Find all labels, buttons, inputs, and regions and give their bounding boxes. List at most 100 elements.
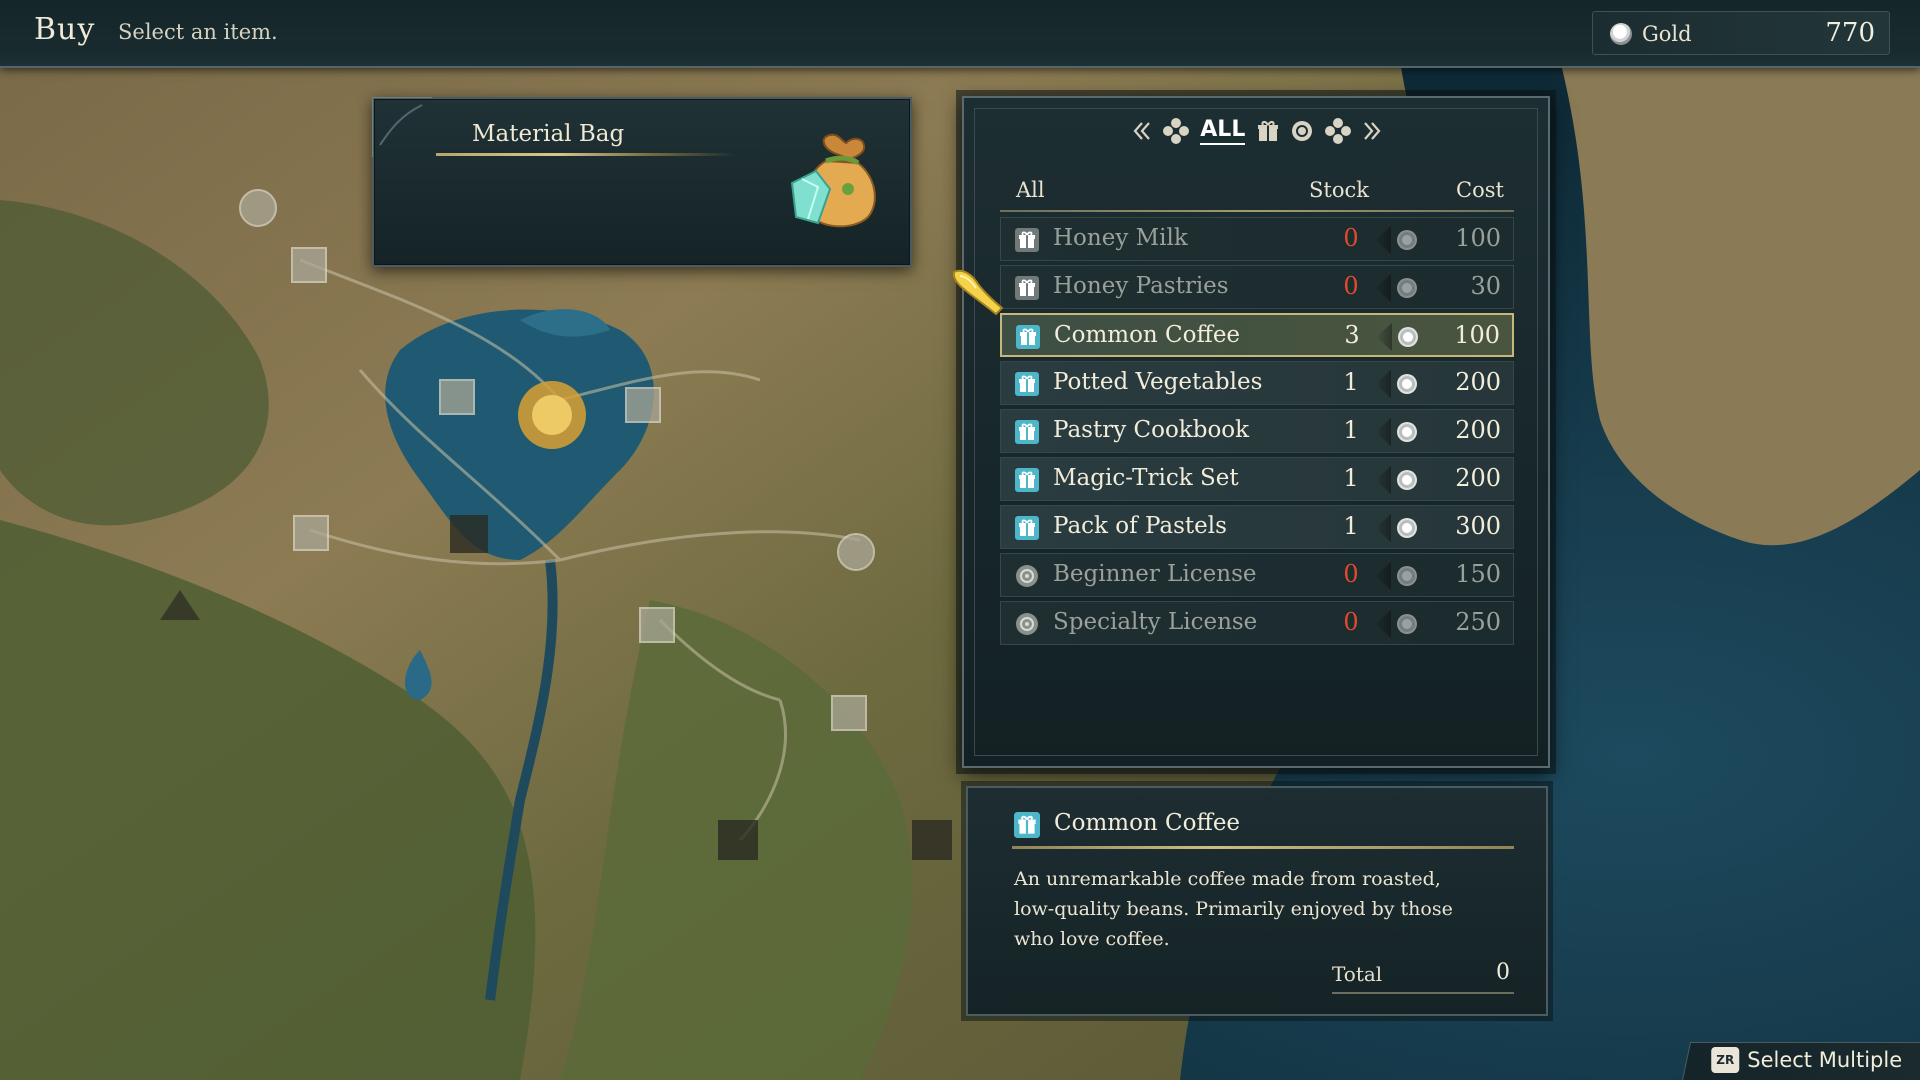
item-row[interactable]: Pastry Cookbook 1 200	[1000, 409, 1514, 453]
gift-icon	[1015, 276, 1039, 300]
detail-title: Common Coffee	[1054, 810, 1241, 836]
item-stock: 0	[1343, 224, 1359, 252]
item-row[interactable]: Magic-Trick Set 1 200	[1000, 457, 1514, 501]
item-name: Common Coffee	[1054, 322, 1241, 348]
item-cost: 200	[1455, 416, 1501, 444]
detail-description: An unremarkable coffee made from roasted…	[1014, 868, 1453, 950]
total-underline	[1332, 992, 1514, 994]
coin-icon	[1397, 278, 1417, 298]
row-separator	[1375, 274, 1391, 302]
item-stock: 1	[1343, 416, 1359, 444]
panel-corner-ornament	[372, 97, 432, 157]
item-row[interactable]: Beginner License 0 150	[1000, 553, 1514, 597]
item-name: Magic-Trick Set	[1053, 465, 1239, 491]
tab-all[interactable]: ALL	[1200, 117, 1246, 145]
tab-next-icon[interactable]	[1362, 120, 1382, 142]
tab-flower-icon[interactable]	[1162, 117, 1190, 145]
tab-gift-icon[interactable]	[1256, 119, 1280, 143]
tab-seal-icon[interactable]	[1290, 119, 1314, 143]
coin-icon	[1397, 470, 1417, 490]
detail-divider	[1012, 846, 1514, 849]
item-stock: 3	[1344, 321, 1360, 349]
select-multiple-button[interactable]: ZR Select Multiple	[1682, 1042, 1920, 1080]
gold-amount: 770	[1825, 18, 1875, 48]
item-cost: 250	[1455, 608, 1501, 636]
item-name: Honey Pastries	[1053, 273, 1229, 299]
gift-icon	[1015, 516, 1039, 540]
item-stock: 1	[1343, 368, 1359, 396]
item-name: Honey Milk	[1053, 225, 1188, 251]
item-row[interactable]: Specialty License 0 250	[1000, 601, 1514, 645]
hand-pointer-icon	[952, 269, 1004, 316]
gift-icon	[1015, 228, 1039, 252]
silver-coin-icon	[1610, 23, 1632, 45]
coin-icon	[1397, 422, 1417, 442]
item-cost: 200	[1455, 368, 1501, 396]
column-header-stock: Stock	[1309, 178, 1369, 202]
row-separator	[1375, 466, 1391, 494]
item-name: Potted Vegetables	[1053, 369, 1263, 395]
item-cost: 300	[1455, 512, 1501, 540]
item-name: Pastry Cookbook	[1053, 417, 1250, 443]
item-row[interactable]: Pack of Pastels 1 300	[1000, 505, 1514, 549]
zr-button-icon: ZR	[1711, 1047, 1740, 1073]
bag-title-underline	[436, 153, 736, 156]
material-bag-icon	[790, 133, 876, 228]
item-cost: 30	[1470, 272, 1501, 300]
coin-icon	[1397, 230, 1417, 250]
header-divider	[1000, 210, 1514, 212]
gift-icon	[1015, 468, 1039, 492]
license-seal-icon	[1015, 612, 1039, 636]
category-tabs: ALL	[1132, 114, 1382, 148]
coin-icon	[1397, 374, 1417, 394]
bag-title: Material Bag	[472, 121, 625, 147]
item-stock: 0	[1343, 608, 1359, 636]
column-header-cost: Cost	[1456, 178, 1504, 202]
instruction-hint: Select an item.	[118, 20, 278, 44]
item-row[interactable]: Common Coffee 3 100	[1000, 313, 1514, 357]
coin-icon	[1397, 518, 1417, 538]
row-separator	[1375, 514, 1391, 542]
material-bag-panel: Material Bag	[372, 97, 912, 267]
gold-label: Gold	[1642, 22, 1692, 46]
tab-prev-icon[interactable]	[1132, 120, 1152, 142]
item-row[interactable]: Honey Pastries 0 30	[1000, 265, 1514, 309]
row-separator	[1375, 370, 1391, 398]
item-row[interactable]: Honey Milk 0 100	[1000, 217, 1514, 261]
total-value: 0	[1496, 960, 1510, 985]
row-separator	[1375, 562, 1391, 590]
item-stock: 1	[1343, 512, 1359, 540]
screen-title: Buy	[34, 12, 96, 47]
item-cost: 150	[1455, 560, 1501, 588]
gift-icon	[1015, 372, 1039, 396]
tab-flower-2-icon[interactable]	[1324, 117, 1352, 145]
gift-icon	[1014, 812, 1040, 838]
item-name: Beginner License	[1053, 561, 1257, 587]
world-map-background	[0, 0, 1920, 1080]
gold-counter: Gold 770	[1592, 11, 1890, 55]
row-separator	[1375, 610, 1391, 638]
coin-icon	[1397, 614, 1417, 634]
select-multiple-label: Select Multiple	[1747, 1048, 1903, 1072]
item-cost: 100	[1454, 321, 1500, 349]
gift-icon	[1016, 325, 1040, 349]
column-header-name: All	[1016, 178, 1045, 202]
top-bar: Buy Select an item. Gold 770	[0, 0, 1920, 68]
item-cost: 100	[1455, 224, 1501, 252]
item-row[interactable]: Potted Vegetables 1 200	[1000, 361, 1514, 405]
item-stock: 1	[1343, 464, 1359, 492]
coin-icon	[1397, 566, 1417, 586]
item-stock: 0	[1343, 560, 1359, 588]
item-detail-panel: Common Coffee An unremarkable coffee mad…	[966, 786, 1548, 1016]
coin-icon	[1398, 327, 1418, 347]
license-seal-icon	[1015, 564, 1039, 588]
item-stock: 0	[1343, 272, 1359, 300]
gift-icon	[1015, 420, 1039, 444]
item-cost: 200	[1455, 464, 1501, 492]
item-name: Specialty License	[1053, 609, 1258, 635]
row-separator	[1375, 418, 1391, 446]
row-separator	[1375, 226, 1391, 254]
row-separator	[1376, 323, 1392, 351]
total-label: Total	[1332, 962, 1383, 986]
item-list: Honey Milk 0 100 Honey Pastries 0 30 Common Co…	[1000, 217, 1514, 649]
